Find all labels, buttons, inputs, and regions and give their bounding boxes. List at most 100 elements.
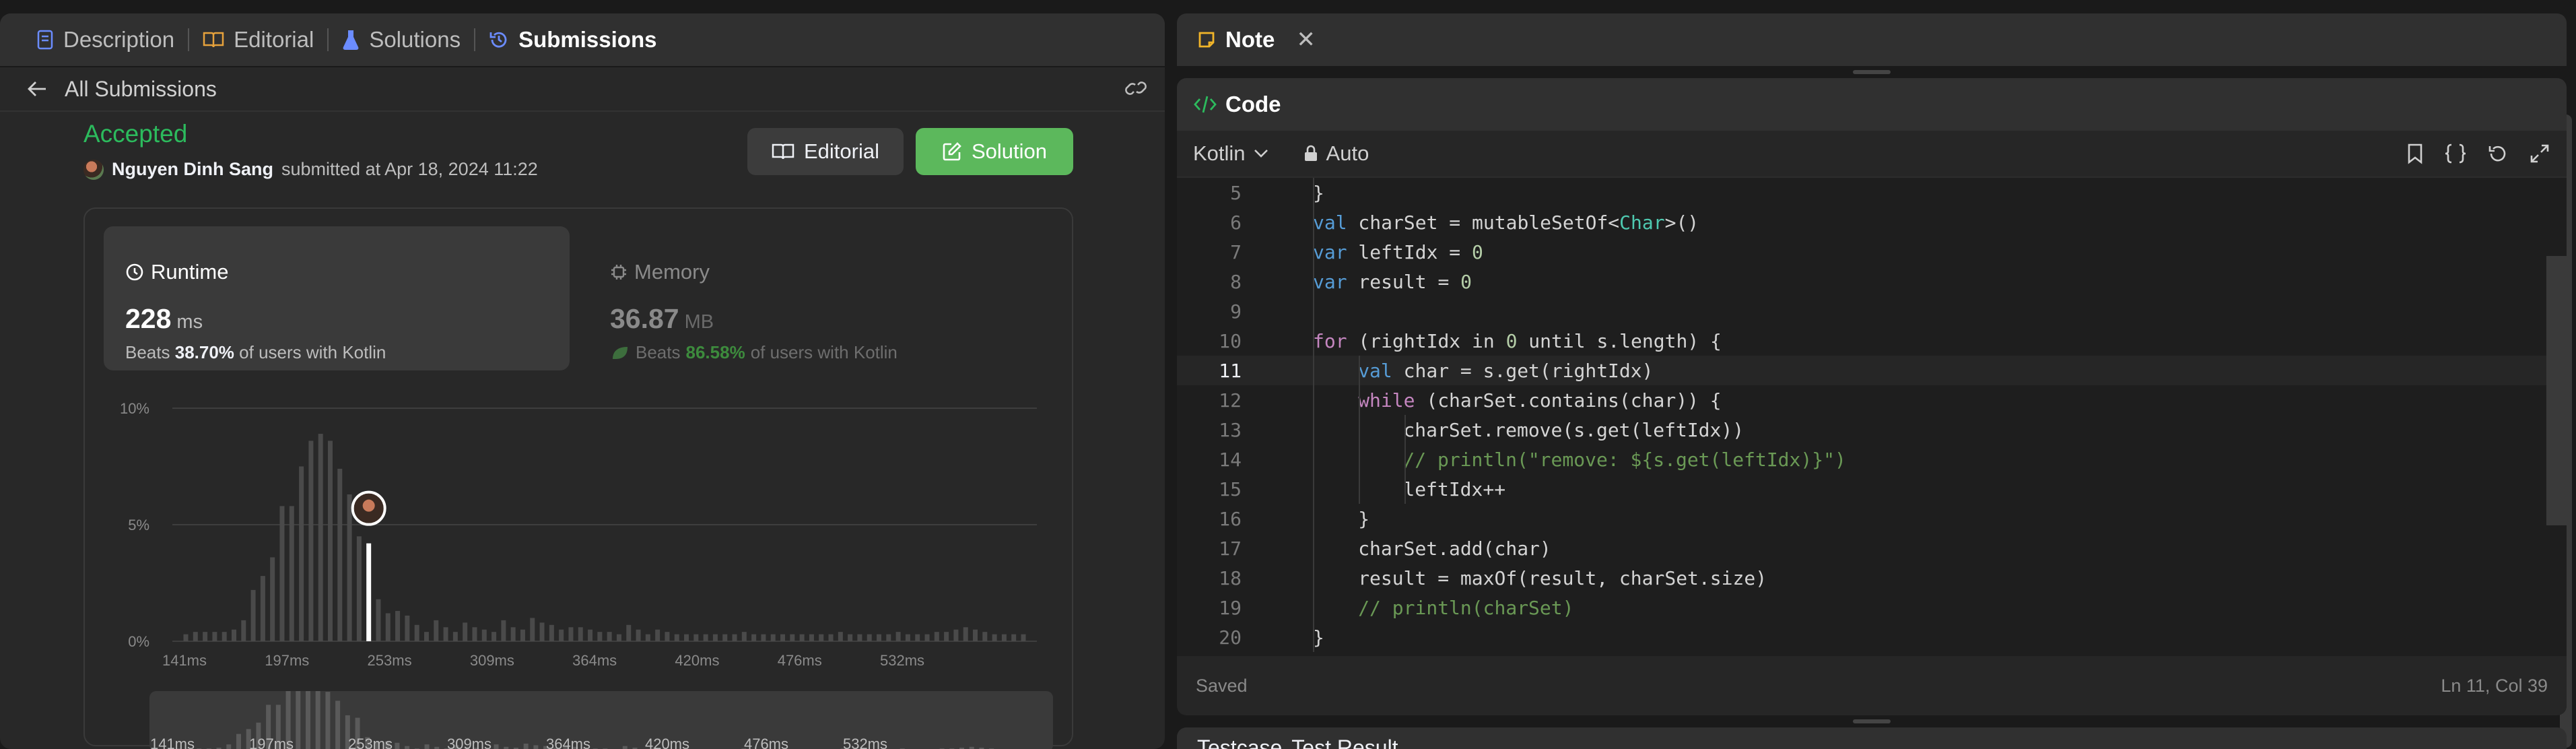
line-number: 19 [1219,596,1242,619]
line-number: 12 [1219,389,1242,412]
histogram-bar [472,627,477,641]
resize-handle[interactable] [1853,70,1891,74]
histogram-bar [790,634,795,641]
line-number: 8 [1230,270,1242,293]
resize-handle[interactable] [1853,719,1891,723]
code-line[interactable]: 10 for (rightIdx in 0 until s.length) { [1177,326,2567,356]
code-text: } [1313,182,1324,204]
code-line[interactable]: 9 [1177,296,2567,326]
histogram-bar [1011,634,1017,641]
code-toolbar: Kotlin Auto [1177,131,2567,178]
lock-icon [1304,145,1317,161]
avatar-face [362,499,375,512]
histogram-bar [828,634,834,641]
code-line[interactable]: 8 var result = 0 [1177,267,2567,296]
line-number: 10 [1219,329,1242,352]
histogram-bar [857,634,862,641]
line-number: 9 [1230,300,1242,323]
histogram-bar [799,634,805,641]
mini-bar [335,701,341,749]
code-token: >() [1664,211,1699,234]
test-result-tab[interactable]: Test Result [1291,736,1398,749]
code-line[interactable]: 20} [1177,622,2567,652]
code-line[interactable]: 17 charSet.add(char) [1177,533,2567,563]
histogram-bar [356,536,362,641]
histogram-bar [222,632,227,641]
x-tick-label: 197ms [265,652,309,669]
testcase-panel[interactable]: Testcase Test Result [1177,727,2567,749]
histogram-bar [703,634,708,641]
code-text: while (charSet.contains(char)) { [1358,389,1721,412]
code-line[interactable]: 13 charSet.remove(s.get(leftIdx)) [1177,415,2567,445]
histogram-bar [886,634,891,641]
code-text: charSet.add(char) [1358,538,1551,560]
runtime-range-selector[interactable]: 141ms 197ms 253ms 309ms 364ms 420ms 476ms 532ms [149,691,1053,749]
language-label: Kotlin [1193,141,1246,165]
close-icon[interactable]: ✕ [1296,26,1316,53]
line-number: 7 [1230,240,1242,263]
histogram-bar [655,629,660,641]
reset-icon[interactable] [2487,143,2509,164]
code-editor[interactable]: 5} 6 val charSet = mutableSetOf<Char>() 7 va… [1177,178,2567,656]
histogram-bar [645,634,650,641]
line-number: 6 [1230,211,1242,234]
mini-tick-label: 476ms [744,736,788,749]
histogram-bar [549,624,554,641]
histogram-bar [944,632,949,641]
histogram-bar [203,632,208,641]
code-text: val char = s.get(rightIdx) [1358,360,1653,382]
indent-guide [1313,178,1314,652]
code-line[interactable]: 7 var leftIdx = 0 [1177,237,2567,267]
line-number: 5 [1230,181,1242,204]
code-line[interactable]: 5} [1177,178,2567,207]
expand-icon[interactable] [2529,143,2550,164]
editor-scrollbar[interactable] [2546,256,2567,525]
code-text: } [1313,626,1324,649]
histogram-bar [434,620,439,641]
histogram-bar [405,615,410,641]
braces-icon[interactable] [2444,143,2467,164]
histogram-bar [327,441,333,641]
x-tick-label: 476ms [778,652,822,669]
code-line[interactable]: 19 // println(charSet) [1177,593,2567,622]
code-line[interactable]: 14 // println("remove: ${s.get(leftIdx)}"… [1177,445,2567,474]
x-tick-label: 141ms [162,652,207,669]
bookmark-icon[interactable] [2406,143,2424,164]
histogram-bar [183,634,189,641]
mini-bar [305,691,310,749]
auto-mode[interactable]: Auto [1303,141,1369,166]
code-token: for [1313,329,1347,352]
language-select[interactable]: Kotlin [1193,141,1268,166]
code-token: char = s.get(rightIdx) [1392,359,1654,382]
x-tick-label: 532ms [880,652,924,669]
code-line[interactable]: 12 while (charSet.contains(char)) { [1177,385,2567,415]
histogram-bar [761,634,766,641]
indent-guide [1404,415,1406,504]
histogram-bar [780,634,786,641]
code-line[interactable]: 16} [1177,504,2567,533]
mini-bar [296,691,301,749]
code-line[interactable]: 18 result = maxOf(result, charSet.size) [1177,563,2567,593]
histogram-bar [308,441,314,641]
histogram-bar [915,634,920,641]
y-tick-label: 10% [120,400,149,417]
code-line[interactable]: 11 val char = s.get(rightIdx) [1177,356,2567,385]
note-tab[interactable]: Note ✕ [1177,13,2567,66]
histogram-bar [992,634,997,641]
code-line[interactable]: 15 leftIdx++ [1177,474,2567,504]
code-token: until s.length) { [1517,329,1722,352]
code-panel: Code Kotlin Auto 5} 6 val charSet = mutabl… [1177,78,2567,715]
testcase-tab[interactable]: Testcase [1197,736,1282,749]
code-token: } [1313,626,1324,649]
line-number: 18 [1219,566,1242,589]
mini-bar [494,744,499,749]
histogram-bar [867,634,872,641]
histogram-bar [510,627,516,641]
histogram-bar [578,627,583,641]
histogram-bar [770,634,776,641]
mini-bar [424,744,430,749]
mini-tick-label: 141ms [150,736,195,749]
code-token: } [1313,181,1324,204]
code-line[interactable]: 6 val charSet = mutableSetOf<Char>() [1177,207,2567,237]
code-text: val charSet = mutableSetOf<Char>() [1313,211,1699,234]
